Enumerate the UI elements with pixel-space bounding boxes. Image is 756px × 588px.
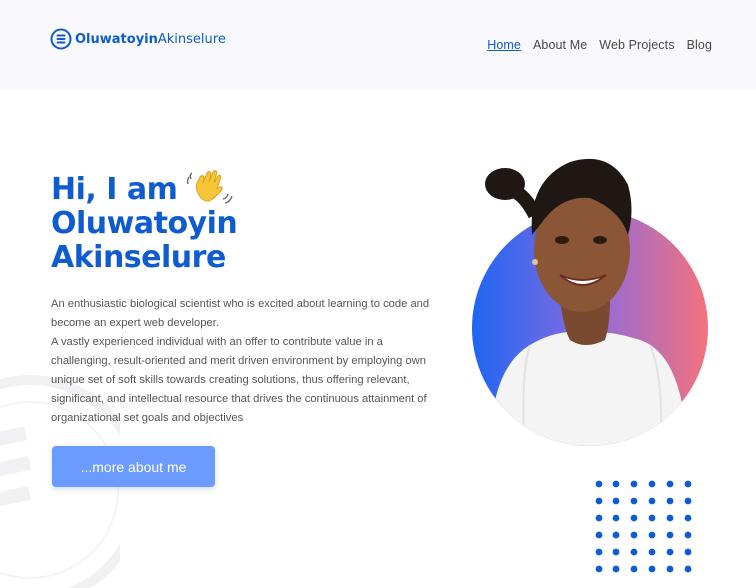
bio-text: An enthusiastic biological scientist who… — [51, 295, 436, 428]
hero-greeting: Hi, I am — [51, 172, 178, 207]
hero-heading: Hi, I am Oluwatoyin Akinselure — [51, 165, 238, 275]
bio-paragraph-1: An enthusiastic biological scientist who… — [51, 298, 430, 329]
logo-last-name: Akinselure — [157, 31, 226, 47]
hero-first-name: Oluwatoyin — [51, 206, 238, 241]
page: Oluwatoyin Akinselure Home About Me Web P… — [0, 0, 756, 588]
nav-about-link[interactable]: About Me — [533, 38, 587, 52]
site-header: Oluwatoyin Akinselure Home About Me Web P… — [0, 0, 756, 89]
waving-hand-icon — [187, 170, 234, 204]
bio-paragraph-2: A vastly experienced individual with an … — [51, 336, 427, 424]
more-about-me-button[interactable]: ...more about me — [52, 446, 215, 487]
nav-blog-link[interactable]: Blog — [687, 38, 712, 52]
logo-first-name: Oluwatoyin — [75, 31, 158, 47]
logo-circle-lines-icon — [50, 28, 72, 50]
decorative-dots-grid — [595, 480, 692, 573]
site-logo[interactable]: Oluwatoyin Akinselure — [50, 27, 226, 51]
profile-photo — [472, 158, 708, 446]
hero-last-name: Akinselure — [51, 240, 226, 275]
main-nav: Home About Me Web Projects Blog — [475, 38, 712, 52]
nav-home-link[interactable]: Home — [487, 38, 521, 52]
nav-projects-link[interactable]: Web Projects — [599, 38, 674, 52]
